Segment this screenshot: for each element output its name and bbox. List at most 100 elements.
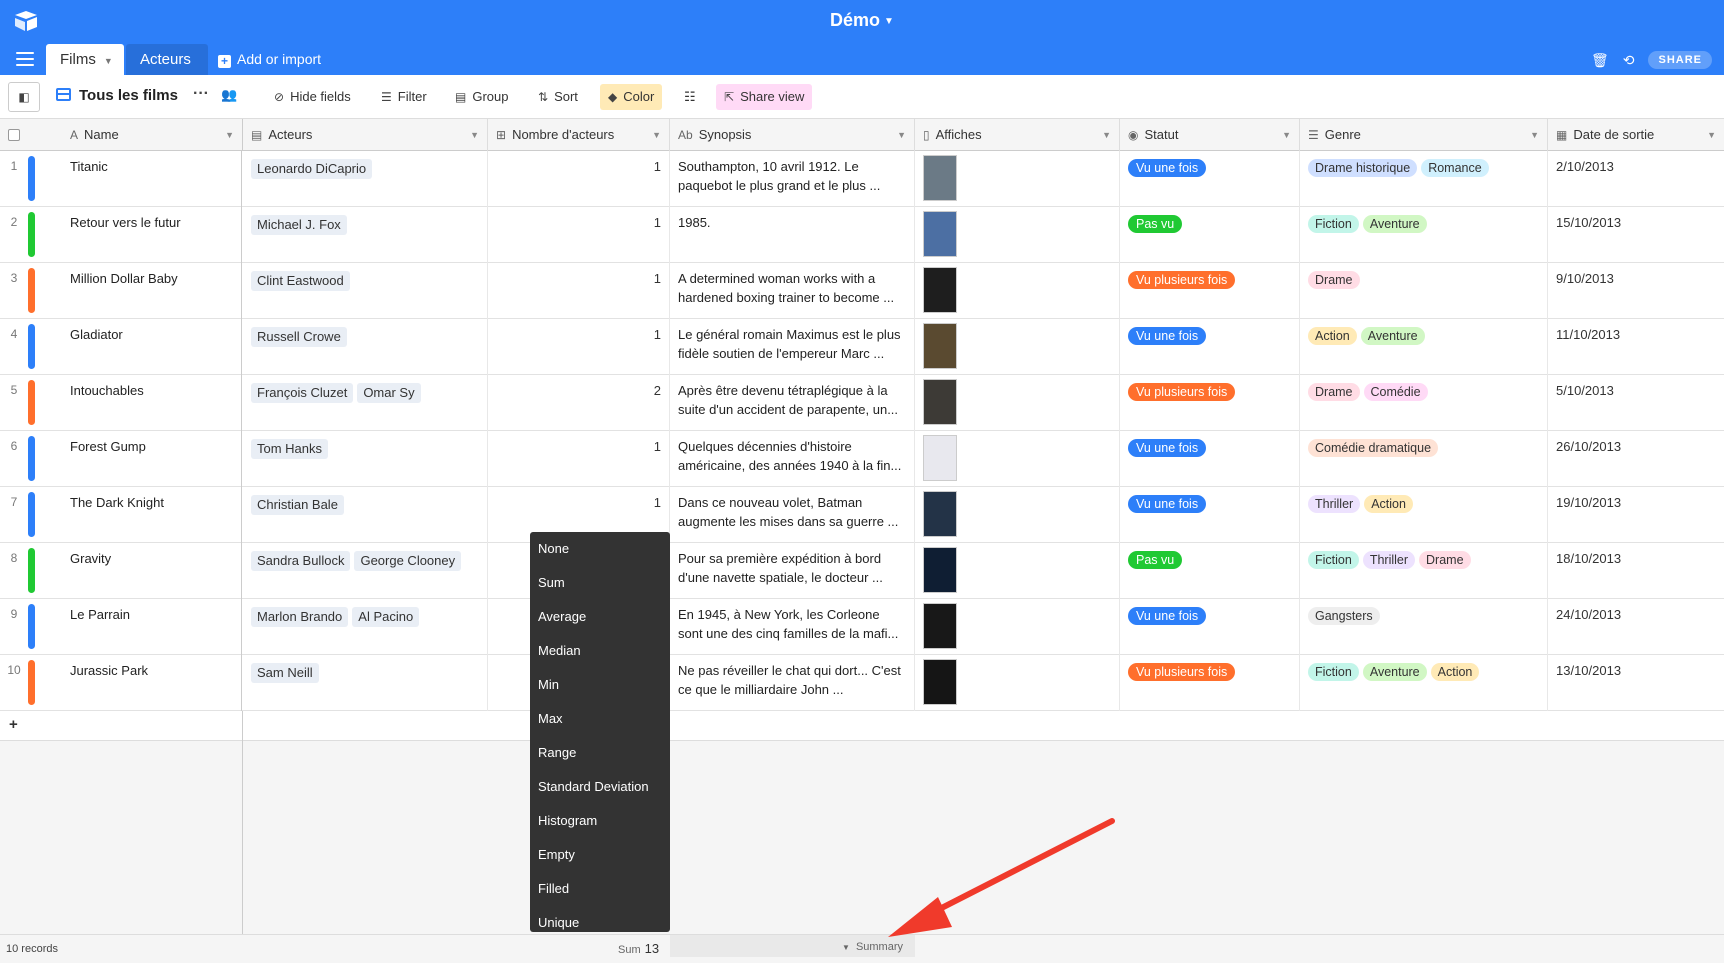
cell-acteurs[interactable]: Marlon Brando Al Pacino: [243, 599, 488, 655]
cell-synopsis[interactable]: Quelques décennies d'histoire américaine…: [670, 431, 915, 487]
cell-genre[interactable]: Fiction Aventure Action: [1300, 655, 1548, 711]
cell-statut[interactable]: Vu plusieurs fois: [1120, 655, 1300, 711]
sort-button[interactable]: ⇅ Sort: [530, 84, 586, 110]
table-row[interactable]: 1 Titanic Leonardo DiCaprio 1 Southampton, 1…: [0, 151, 1724, 207]
table-row[interactable]: 8 Gravity Sandra Bullock George Clooney Pour…: [0, 543, 1724, 599]
cell-acteurs[interactable]: Russell Crowe: [243, 319, 488, 375]
table-row[interactable]: 3 Million Dollar Baby Clint Eastwood 1 A det…: [0, 263, 1724, 319]
more-options-icon[interactable]: ···: [193, 85, 209, 103]
poster-thumbnail[interactable]: [923, 547, 957, 593]
cell-nombre-acteurs[interactable]: 2: [488, 375, 670, 431]
cell-affiches[interactable]: [915, 319, 1120, 375]
share-view-button[interactable]: ⇱ Share view: [716, 84, 813, 110]
cell-date-de-sortie[interactable]: 24/10/2013: [1548, 599, 1724, 655]
cell-affiches[interactable]: [915, 207, 1120, 263]
cell-nombre-acteurs[interactable]: 1: [488, 207, 670, 263]
cell-name[interactable]: Le Parrain: [62, 599, 242, 655]
summary-menu-item[interactable]: Max: [530, 702, 670, 736]
linked-record-chip[interactable]: Russell Crowe: [251, 327, 347, 347]
caret-down-icon[interactable]: ▼: [104, 56, 113, 66]
color-button[interactable]: ◆ Color: [600, 84, 663, 110]
cell-genre[interactable]: Action Aventure: [1300, 319, 1548, 375]
cell-date-de-sortie[interactable]: 19/10/2013: [1548, 487, 1724, 543]
cell-affiches[interactable]: [915, 431, 1120, 487]
cell-genre[interactable]: Drame historique Romance: [1300, 151, 1548, 207]
trash-icon[interactable]: 🗑: [1591, 52, 1609, 69]
caret-down-icon[interactable]: ▼: [1530, 119, 1539, 151]
cell-name[interactable]: Forest Gump: [62, 431, 242, 487]
column-header-name[interactable]: A Name ▼: [62, 119, 243, 151]
column-header-genre[interactable]: ☰ Genre ▼: [1300, 119, 1548, 151]
cell-affiches[interactable]: [915, 263, 1120, 319]
cell-genre[interactable]: Thriller Action: [1300, 487, 1548, 543]
cell-synopsis[interactable]: Le général romain Maximus est le plus fi…: [670, 319, 915, 375]
cell-nombre-acteurs[interactable]: 1: [488, 319, 670, 375]
summary-menu-item[interactable]: Histogram: [530, 804, 670, 838]
table-row[interactable]: 6 Forest Gump Tom Hanks 1 Quelques décennies…: [0, 431, 1724, 487]
cell-synopsis[interactable]: Southampton, 10 avril 1912. Le paquebot …: [670, 151, 915, 207]
cell-statut[interactable]: Vu une fois: [1120, 319, 1300, 375]
cell-date-de-sortie[interactable]: 11/10/2013: [1548, 319, 1724, 375]
poster-thumbnail[interactable]: [923, 211, 957, 257]
cell-statut[interactable]: Vu une fois: [1120, 431, 1300, 487]
linked-record-chip[interactable]: Michael J. Fox: [251, 215, 347, 235]
caret-down-icon[interactable]: ▼: [897, 119, 906, 151]
cell-name[interactable]: Titanic: [62, 151, 242, 207]
cell-affiches[interactable]: [915, 375, 1120, 431]
cell-name[interactable]: Million Dollar Baby: [62, 263, 242, 319]
summary-menu-item[interactable]: Unique: [530, 906, 670, 940]
cell-affiches[interactable]: [915, 599, 1120, 655]
cell-affiches[interactable]: [915, 543, 1120, 599]
poster-thumbnail[interactable]: [923, 155, 957, 201]
cell-genre[interactable]: Drame: [1300, 263, 1548, 319]
poster-thumbnail[interactable]: [923, 491, 957, 537]
cell-synopsis[interactable]: Pour sa première expédition à bord d'une…: [670, 543, 915, 599]
cell-synopsis[interactable]: En 1945, à New York, les Corleone sont u…: [670, 599, 915, 655]
row-height-icon[interactable]: ☷: [676, 84, 704, 110]
table-row[interactable]: 5 Intouchables François Cluzet Omar Sy 2 Aprè…: [0, 375, 1724, 431]
view-switcher[interactable]: Tous les films: [56, 87, 178, 104]
cell-synopsis[interactable]: Dans ce nouveau volet, Batman augmente l…: [670, 487, 915, 543]
cell-acteurs[interactable]: Leonardo DiCaprio: [243, 151, 488, 207]
cell-synopsis[interactable]: Après être devenu tétraplégique à la sui…: [670, 375, 915, 431]
add-or-import-button[interactable]: + Add or import: [218, 44, 321, 75]
cell-acteurs[interactable]: Christian Bale: [243, 487, 488, 543]
cell-statut[interactable]: Vu une fois: [1120, 599, 1300, 655]
summary-menu-item[interactable]: Standard Deviation: [530, 770, 670, 804]
cell-nombre-acteurs[interactable]: 1: [488, 151, 670, 207]
linked-record-chip[interactable]: Sam Neill: [251, 663, 319, 683]
cell-affiches[interactable]: [915, 655, 1120, 711]
column-header-acteurs[interactable]: ▤ Acteurs ▼: [243, 119, 488, 151]
history-icon[interactable]: ⟲: [1623, 52, 1635, 69]
caret-down-icon[interactable]: ▼: [225, 119, 234, 151]
cell-affiches[interactable]: [915, 487, 1120, 543]
sum-summary[interactable]: Sum 13: [618, 941, 659, 956]
linked-record-chip[interactable]: Sandra Bullock: [251, 551, 351, 571]
poster-thumbnail[interactable]: [923, 603, 957, 649]
summary-menu-item[interactable]: Median: [530, 634, 670, 668]
poster-thumbnail[interactable]: [923, 323, 957, 369]
synopsis-summary-button[interactable]: ▼ Summary: [670, 935, 915, 957]
menu-icon[interactable]: [16, 52, 34, 66]
summary-menu-item[interactable]: Range: [530, 736, 670, 770]
add-record-row[interactable]: +: [0, 711, 1724, 741]
table-row[interactable]: 9 Le Parrain Marlon Brando Al Pacino En 1945…: [0, 599, 1724, 655]
base-title[interactable]: Démo ▼: [0, 10, 1724, 31]
summary-menu-item[interactable]: None: [530, 532, 670, 566]
cell-date-de-sortie[interactable]: 5/10/2013: [1548, 375, 1724, 431]
cell-acteurs[interactable]: Michael J. Fox: [243, 207, 488, 263]
linked-record-chip[interactable]: Marlon Brando: [251, 607, 349, 627]
linked-record-chip[interactable]: Al Pacino: [352, 607, 420, 627]
cell-affiches[interactable]: [915, 151, 1120, 207]
select-all-checkbox[interactable]: [8, 129, 20, 141]
poster-thumbnail[interactable]: [923, 435, 957, 481]
summary-menu-item[interactable]: Empty: [530, 838, 670, 872]
cell-statut[interactable]: Vu une fois: [1120, 487, 1300, 543]
caret-down-icon[interactable]: ▼: [1282, 119, 1291, 151]
summary-menu-item[interactable]: Average: [530, 600, 670, 634]
table-row[interactable]: 2 Retour vers le futur Michael J. Fox 1 198…: [0, 207, 1724, 263]
cell-nombre-acteurs[interactable]: 1: [488, 263, 670, 319]
linked-record-chip[interactable]: Leonardo DiCaprio: [251, 159, 373, 179]
filter-button[interactable]: ☰ Filter: [373, 84, 435, 110]
cell-date-de-sortie[interactable]: 9/10/2013: [1548, 263, 1724, 319]
